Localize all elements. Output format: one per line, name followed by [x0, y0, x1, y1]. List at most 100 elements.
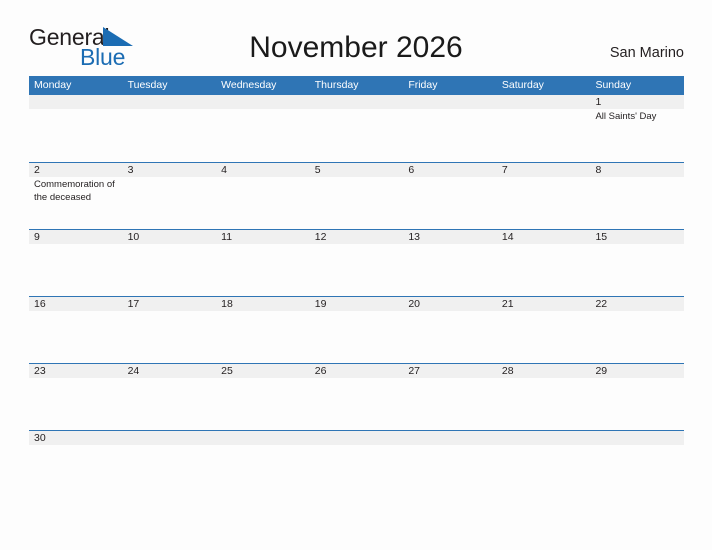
day-cell-empty — [403, 431, 497, 497]
day-number: 28 — [501, 365, 514, 377]
day-cell[interactable]: 24 — [123, 364, 217, 430]
calendar-grid: Monday Tuesday Wednesday Thursday Friday… — [29, 76, 684, 497]
day-number: 5 — [314, 164, 321, 176]
weekday-header-row: Monday Tuesday Wednesday Thursday Friday… — [29, 76, 684, 95]
day-cell[interactable]: 15 — [590, 230, 684, 296]
day-number: 6 — [408, 164, 415, 176]
page-header: General Blue November 2026 San Marino — [0, 0, 712, 76]
day-number — [128, 431, 217, 445]
day-number: 21 — [501, 298, 514, 310]
day-number: 26 — [314, 365, 327, 377]
day-cell[interactable]: 11 — [216, 230, 310, 296]
weekday-header-saturday: Saturday — [501, 79, 544, 91]
day-number: 4 — [221, 164, 227, 176]
day-event-label: All Saints' Day — [595, 111, 657, 122]
day-number — [502, 431, 591, 445]
day-number — [595, 431, 684, 445]
day-number — [408, 431, 497, 445]
day-cell[interactable]: 25 — [216, 364, 310, 430]
day-number — [315, 95, 404, 109]
day-event-list: All Saints' Day — [595, 111, 684, 124]
day-cell[interactable]: 30 — [29, 431, 123, 497]
calendar-week-row: 30 — [29, 430, 684, 497]
day-cell-group: 9 10 11 12 13 14 15 — [29, 230, 684, 296]
day-number: 14 — [501, 231, 514, 243]
day-number: 16 — [34, 298, 46, 310]
day-number: 1 — [595, 96, 602, 108]
day-cell[interactable]: 18 — [216, 297, 310, 363]
day-number: 8 — [595, 164, 602, 176]
weekday-header-tuesday: Tuesday — [127, 79, 168, 91]
day-event-list: Commemoration of the deceased — [34, 179, 123, 204]
day-cell[interactable]: 29 — [590, 364, 684, 430]
day-cell[interactable]: 12 — [310, 230, 404, 296]
day-cell[interactable]: 3 — [123, 163, 217, 229]
day-number — [221, 431, 310, 445]
day-event-label: Commemoration of the deceased — [34, 179, 115, 203]
day-cell[interactable]: 6 — [403, 163, 497, 229]
day-cell[interactable]: 4 — [216, 163, 310, 229]
day-cell-group: 1 All Saints' Day — [29, 95, 684, 162]
day-cell[interactable]: 17 — [123, 297, 217, 363]
day-number — [128, 95, 217, 109]
day-cell-empty — [216, 431, 310, 497]
day-number: 25 — [221, 365, 233, 377]
day-cell-empty — [497, 431, 591, 497]
day-cell-empty — [123, 95, 217, 162]
day-cell-group: 30 — [29, 431, 684, 497]
weekday-header-monday: Monday — [34, 79, 72, 91]
day-number: 17 — [127, 298, 140, 310]
day-number: 2 — [34, 164, 40, 176]
day-number: 20 — [408, 298, 420, 310]
calendar-week-row: 2 Commemoration of the deceased 3 4 5 6 7 8 — [29, 162, 684, 229]
day-number: 12 — [314, 231, 327, 243]
day-number: 9 — [34, 231, 40, 243]
day-cell-empty — [590, 431, 684, 497]
weekday-header-sunday: Sunday — [595, 79, 632, 91]
day-cell[interactable]: 1 All Saints' Day — [590, 95, 684, 162]
day-cell[interactable]: 23 — [29, 364, 123, 430]
day-cell[interactable]: 27 — [403, 364, 497, 430]
day-cell[interactable]: 7 — [497, 163, 591, 229]
calendar-week-row: 1 All Saints' Day — [29, 95, 684, 162]
day-cell[interactable]: 16 — [29, 297, 123, 363]
day-number — [221, 95, 310, 109]
day-cell[interactable]: 19 — [310, 297, 404, 363]
day-cell[interactable]: 10 — [123, 230, 217, 296]
weekday-header-friday: Friday — [408, 79, 438, 91]
day-cell-empty — [310, 431, 404, 497]
calendar-week-row: 9 10 11 12 13 14 15 — [29, 229, 684, 296]
day-cell[interactable]: 5 — [310, 163, 404, 229]
day-number: 29 — [595, 365, 608, 377]
day-cell-empty — [497, 95, 591, 162]
day-number: 11 — [221, 231, 233, 243]
day-number — [34, 95, 123, 109]
page-title: November 2026 — [249, 31, 463, 64]
day-cell[interactable]: 14 — [497, 230, 591, 296]
calendar-week-row: 16 17 18 19 20 21 22 — [29, 296, 684, 363]
day-cell-group: 16 17 18 19 20 21 22 — [29, 297, 684, 363]
day-cell[interactable]: 22 — [590, 297, 684, 363]
day-number: 13 — [408, 231, 420, 243]
day-cell[interactable]: 13 — [403, 230, 497, 296]
day-cell-group: 23 24 25 26 27 28 29 — [29, 364, 684, 430]
day-cell-empty — [123, 431, 217, 497]
day-number: 15 — [595, 231, 608, 243]
day-cell[interactable]: 9 — [29, 230, 123, 296]
day-number: 19 — [314, 298, 327, 310]
day-number — [408, 95, 497, 109]
day-number: 7 — [501, 164, 508, 176]
day-number — [315, 431, 404, 445]
day-cell[interactable]: 21 — [497, 297, 591, 363]
day-cell[interactable]: 8 — [590, 163, 684, 229]
day-cell-empty — [29, 95, 123, 162]
day-cell[interactable]: 20 — [403, 297, 497, 363]
day-cell[interactable]: 2 Commemoration of the deceased — [29, 163, 123, 229]
locale-label: San Marino — [609, 45, 684, 61]
day-cell-empty — [403, 95, 497, 162]
day-cell-group: 2 Commemoration of the deceased 3 4 5 6 7 8 — [29, 163, 684, 229]
day-number: 3 — [127, 164, 134, 176]
day-cell[interactable]: 26 — [310, 364, 404, 430]
day-cell[interactable]: 28 — [497, 364, 591, 430]
day-number: 18 — [221, 298, 233, 310]
